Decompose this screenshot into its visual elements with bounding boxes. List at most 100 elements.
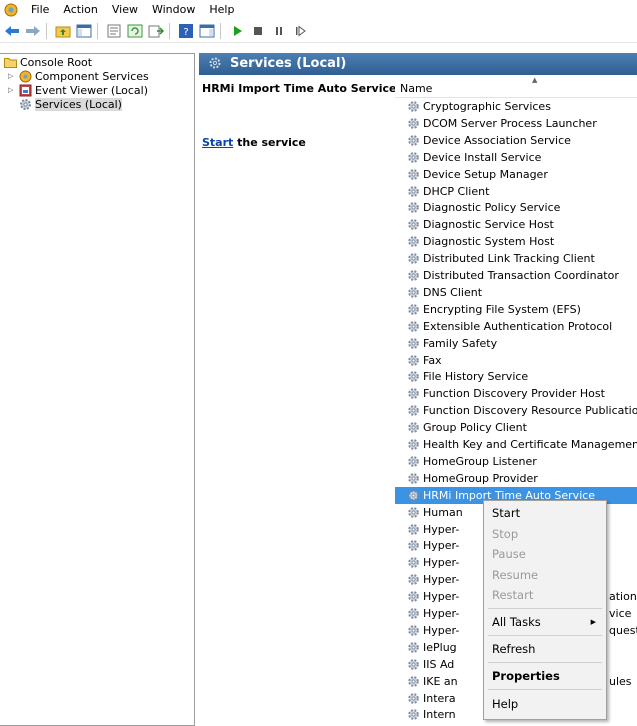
menu-bar: File Action View Window Help <box>0 0 637 20</box>
menu-view[interactable]: View <box>105 0 145 20</box>
tree-node-console-root[interactable]: Console Root <box>4 55 92 69</box>
expand-arrow-icon[interactable]: ▷ <box>8 72 16 80</box>
service-row[interactable]: Function Discovery Provider Host <box>395 385 637 402</box>
service-row[interactable]: Function Discovery Resource Publication <box>395 402 637 419</box>
menu-item-resume[interactable]: Resume <box>484 565 606 585</box>
pause-icon <box>276 27 282 35</box>
service-row[interactable]: Distributed Transaction Coordinator <box>395 267 637 284</box>
show-action-pane-button[interactable] <box>198 22 216 40</box>
help-toolbar-button[interactable]: ? <box>177 22 195 40</box>
resume-icon <box>296 25 306 37</box>
gear-icon <box>408 439 419 450</box>
start-service-button[interactable] <box>228 22 246 40</box>
back-button[interactable] <box>3 22 21 40</box>
restart-service-button[interactable] <box>291 22 309 40</box>
service-row[interactable]: DHCP Client <box>395 183 637 200</box>
service-name: File History Service <box>423 370 529 384</box>
gear-icon <box>408 287 419 298</box>
service-name: Device Setup Manager <box>423 167 548 181</box>
service-row[interactable]: Device Association Service <box>395 132 637 149</box>
service-name: Intera <box>423 691 456 705</box>
menu-item-properties[interactable]: Properties <box>484 666 606 686</box>
gear-icon <box>408 489 419 501</box>
service-row[interactable]: Device Install Service <box>395 149 637 166</box>
service-row[interactable]: Fax <box>395 352 637 369</box>
service-name: Health Key and Certificate Management <box>423 438 637 451</box>
service-row[interactable]: HomeGroup Provider <box>395 470 637 487</box>
service-name-tail: ation S <box>609 590 637 604</box>
menu-item-refresh[interactable]: Refresh <box>484 639 606 659</box>
service-row[interactable]: Extensible Authentication Protocol <box>395 318 637 335</box>
service-row[interactable]: Diagnostic System Host <box>395 233 637 250</box>
show-hide-tree-button[interactable] <box>75 22 93 40</box>
service-row[interactable]: DNS Client <box>395 284 637 301</box>
folder-icon <box>4 57 17 68</box>
selected-service-name: HRMi Import Time Auto Service <box>202 82 397 95</box>
menu-item-start[interactable]: Start <box>484 503 606 523</box>
service-row[interactable]: Group Policy Client <box>395 419 637 436</box>
menu-separator <box>488 635 602 636</box>
gear-icon <box>408 608 419 619</box>
service-row[interactable]: Encrypting File System (EFS) <box>395 301 637 318</box>
services-app-icon <box>4 3 18 17</box>
menu-item-label: All Tasks <box>492 615 541 629</box>
gear-icon <box>408 692 419 704</box>
menu-item-all-tasks[interactable]: All Tasks ▶ <box>484 612 606 632</box>
gear-icon <box>408 219 419 231</box>
back-arrow-icon <box>5 26 19 36</box>
service-row[interactable]: HomeGroup Listener <box>395 453 637 470</box>
service-row[interactable]: Device Setup Manager <box>395 166 637 183</box>
menu-item-label: Start <box>492 506 521 520</box>
menu-action[interactable]: Action <box>56 0 104 20</box>
tree-label: Console Root <box>20 55 93 69</box>
gear-icon <box>408 354 419 366</box>
start-service-link[interactable]: Start <box>202 136 233 149</box>
tree-node-services-local[interactable]: Services (Local) <box>19 97 122 111</box>
export-list-icon <box>148 25 164 38</box>
gear-icon <box>408 506 419 518</box>
menu-item-stop[interactable]: Stop <box>484 524 606 544</box>
service-name: Distributed Link Tracking Client <box>423 252 595 266</box>
up-one-level-button[interactable] <box>54 22 72 40</box>
refresh-toolbar-button[interactable] <box>126 22 144 40</box>
column-header-label: Name <box>400 82 433 95</box>
service-row[interactable]: Family Safety <box>395 335 637 352</box>
menu-file[interactable]: File <box>24 0 56 20</box>
service-row[interactable]: File History Service <box>395 368 637 385</box>
column-header-name[interactable]: ▲ Name <box>395 75 637 98</box>
service-name: Hyper- <box>423 590 460 604</box>
tree-node-component-services[interactable]: ▷ Component Services <box>8 69 149 83</box>
export-list-button[interactable] <box>147 22 165 40</box>
menu-item-label: Properties <box>492 669 560 683</box>
menu-help[interactable]: Help <box>202 0 241 20</box>
gear-icon <box>408 303 419 315</box>
service-row[interactable]: DCOM Server Process Launcher <box>395 115 637 132</box>
properties-toolbar-button[interactable] <box>105 22 123 40</box>
forward-button[interactable] <box>24 22 42 40</box>
context-menu: Start Stop Pause Resume Restart All Task… <box>483 500 607 720</box>
menu-window[interactable]: Window <box>145 0 202 20</box>
tree-label: Services (Local) <box>35 97 122 111</box>
service-row[interactable]: Diagnostic Policy Service <box>395 199 637 216</box>
gear-icon <box>408 456 419 467</box>
service-name: Hyper- <box>423 556 460 570</box>
service-row[interactable]: Cryptographic Services <box>395 98 637 115</box>
tree-node-event-viewer[interactable]: ▷ Event Viewer (Local) <box>8 83 148 97</box>
menu-item-restart[interactable]: Restart <box>484 585 606 605</box>
expand-arrow-icon[interactable]: ▷ <box>8 86 16 94</box>
folder-up-icon <box>55 26 71 38</box>
pause-service-button[interactable] <box>270 22 288 40</box>
play-icon <box>234 26 242 36</box>
menu-item-help[interactable]: Help <box>484 694 606 714</box>
service-name: DCOM Server Process Launcher <box>423 116 597 130</box>
gear-icon <box>408 405 419 416</box>
stop-service-button[interactable] <box>249 22 267 40</box>
service-name: Intern <box>423 708 456 722</box>
service-name-tail: vice <box>609 607 632 620</box>
menu-item-label: Refresh <box>492 642 536 656</box>
service-row[interactable]: Health Key and Certificate Management <box>395 436 637 453</box>
service-row[interactable]: Distributed Link Tracking Client <box>395 250 637 267</box>
menu-item-pause[interactable]: Pause <box>484 544 606 564</box>
service-row[interactable]: Diagnostic Service Host <box>395 216 637 233</box>
gear-icon <box>408 337 419 349</box>
